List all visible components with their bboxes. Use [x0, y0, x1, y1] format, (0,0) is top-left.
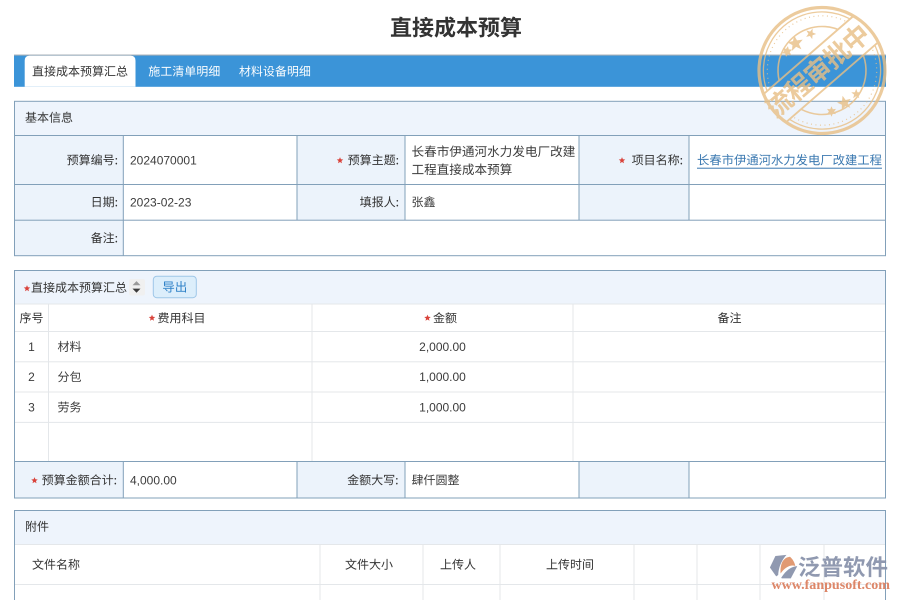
- svg-text:4,000.00: 4,000.00: [130, 473, 177, 487]
- svg-text:2: 2: [28, 370, 35, 384]
- svg-text:1,000.00: 1,000.00: [419, 370, 466, 384]
- svg-text:2024070001: 2024070001: [130, 153, 197, 167]
- svg-text:www.fanpusoft.com: www.fanpusoft.com: [772, 577, 891, 592]
- svg-text:2023-02-23: 2023-02-23: [130, 195, 192, 209]
- svg-text:2,000.00: 2,000.00: [419, 340, 466, 354]
- svg-text:1: 1: [28, 340, 35, 354]
- svg-text:1,000.00: 1,000.00: [419, 401, 466, 415]
- svg-text:3: 3: [28, 401, 35, 415]
